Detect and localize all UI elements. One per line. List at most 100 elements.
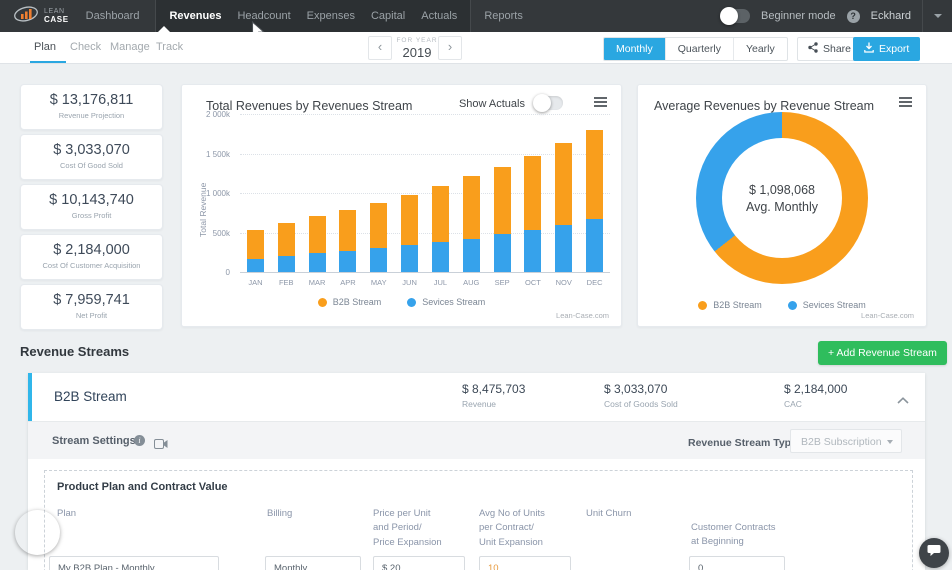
kpi-label: Cost Of Customer Acquisition xyxy=(42,261,141,270)
download-icon xyxy=(864,42,874,56)
bar-nov xyxy=(555,114,573,272)
year-prev-button[interactable]: ‹ xyxy=(368,36,392,60)
metric-label: Revenue xyxy=(462,399,497,409)
kpi-value: $ 3,033,070 xyxy=(53,142,130,158)
x-axis-tick: APR xyxy=(340,278,356,287)
legend-item-services-stream[interactable]: Sevices Stream xyxy=(407,297,485,307)
collapse-chevron-up-icon[interactable] xyxy=(897,391,909,409)
bar-segment xyxy=(277,223,295,257)
beginner-mode-toggle[interactable] xyxy=(720,7,751,25)
chart-menu-icon[interactable] xyxy=(594,97,607,109)
x-axis-tick: SEP xyxy=(494,278,510,287)
legend-dot xyxy=(407,297,417,307)
y-axis-tick: 1 500k xyxy=(205,149,230,159)
bar-segment xyxy=(277,256,295,272)
metric-revenue: $ 8,475,703 Revenue xyxy=(462,382,525,409)
nav-item-capital[interactable]: Capital xyxy=(363,0,413,32)
user-name[interactable]: Eckhard xyxy=(871,10,911,22)
bar-segment xyxy=(431,185,449,243)
bar-segment xyxy=(431,242,449,272)
donut-chart-title: Average Revenues by Revenue Stream xyxy=(654,99,875,113)
stream-settings-label: Stream Settings xyxy=(52,435,136,447)
export-button[interactable]: Export xyxy=(853,37,921,61)
donut-chart: $ 1,098,068 Avg. Monthly xyxy=(696,112,868,284)
nav-item-expenses[interactable]: Expenses xyxy=(299,0,363,32)
bar-segment xyxy=(493,166,511,235)
year-next-button[interactable]: › xyxy=(438,36,462,60)
bar-sep xyxy=(493,114,511,272)
y-axis-tick: 2 000k xyxy=(205,110,230,119)
bar-jan xyxy=(246,114,264,272)
app-logo[interactable]: LEAN CASE xyxy=(13,5,69,28)
kpi-value: $ 7,959,741 xyxy=(53,292,130,308)
metric-value: $ 2,184,000 xyxy=(784,382,848,396)
toggle-knob xyxy=(533,94,551,112)
chart-menu-icon[interactable] xyxy=(899,97,912,109)
chat-button[interactable] xyxy=(919,538,949,568)
donut-center-label: Avg. Monthly xyxy=(745,199,819,214)
avg-units-input[interactable]: 10 xyxy=(479,556,571,570)
tab-plan[interactable]: Plan xyxy=(34,32,56,63)
add-revenue-stream-button[interactable]: + Add Revenue Stream xyxy=(818,341,947,365)
kpi-card-revenue-projection: $ 13,176,811 Revenue Projection xyxy=(20,84,163,130)
user-menu-caret-icon[interactable] xyxy=(934,14,942,18)
plan-name-input[interactable]: My B2B Plan - Monthly xyxy=(49,556,219,570)
bar-apr xyxy=(339,114,357,272)
bar-segment xyxy=(246,258,264,272)
help-icon[interactable]: ? xyxy=(846,9,860,23)
bar-segment xyxy=(246,229,264,259)
period-monthly-button[interactable]: Monthly xyxy=(604,38,665,60)
legend-item-services-stream[interactable]: Sevices Stream xyxy=(787,300,866,310)
logo-chart-icon xyxy=(13,5,39,28)
bar-chart-title: Total Revenues by Revenues Stream xyxy=(206,99,413,113)
metric-cogs: $ 3,033,070 Cost of Goods Sold xyxy=(604,382,678,409)
info-icon[interactable]: i xyxy=(134,435,145,446)
bar-segment xyxy=(401,245,419,272)
legend-item-b2b-stream[interactable]: B2B Stream xyxy=(317,297,381,307)
kpi-label: Gross Profit xyxy=(71,211,112,220)
active-tab-underline xyxy=(30,61,66,63)
bar-mar xyxy=(308,114,326,272)
tab-track[interactable]: Track xyxy=(156,32,183,63)
billing-input[interactable]: Monthly xyxy=(265,556,361,570)
metric-label: Cost of Goods Sold xyxy=(604,399,678,409)
tab-check[interactable]: Check xyxy=(70,32,101,63)
stream-panel-header[interactable]: B2B Stream $ 8,475,703 Revenue $ 3,033,0… xyxy=(28,373,925,421)
period-quarterly-button[interactable]: Quarterly xyxy=(664,38,733,60)
period-yearly-button[interactable]: Yearly xyxy=(732,38,787,60)
bar-segment xyxy=(339,210,357,252)
x-axis-tick: AUG xyxy=(463,278,480,287)
legend-dot xyxy=(317,297,327,307)
stream-panel-body: Product Plan and Contract Value Plan Bil… xyxy=(28,459,925,570)
revenue-stream-type-label: Revenue Stream Type xyxy=(688,437,797,449)
bar-segment xyxy=(308,215,326,254)
column-header-customer-contracts: Customer Contracts at Beginning xyxy=(691,522,776,548)
logo-text: LEAN CASE xyxy=(44,8,69,24)
revenue-streams-heading: Revenue Streams xyxy=(20,344,130,359)
nav-item-dashboard[interactable]: Dashboard xyxy=(78,0,148,32)
column-header-plan: Plan xyxy=(57,508,77,519)
x-axis-tick: MAY xyxy=(370,278,387,287)
watermark: Lean-Case.com xyxy=(861,311,914,320)
video-tutorial-icon[interactable] xyxy=(154,436,168,454)
nav-item-headcount[interactable]: Headcount xyxy=(229,0,298,32)
revenue-stream-type-select[interactable]: B2B Subscription xyxy=(790,429,902,453)
period-segmented-control: Monthly Quarterly Yearly xyxy=(603,37,788,61)
nav-item-revenues[interactable]: Revenues xyxy=(161,0,229,32)
tab-manage[interactable]: Manage xyxy=(110,32,150,63)
kpi-label: Cost Of Good Sold xyxy=(60,161,123,170)
price-per-unit-input[interactable]: $ 20 xyxy=(373,556,465,570)
support-agent-avatar[interactable] xyxy=(15,510,60,555)
nav-item-reports[interactable]: Reports xyxy=(476,0,531,32)
show-actuals-toggle[interactable] xyxy=(533,94,563,112)
kpi-value: $ 10,143,740 xyxy=(49,192,134,208)
customer-contracts-input[interactable]: 0 xyxy=(689,556,785,570)
column-header-avg-units: Avg No of Units per Contract/ Unit Expan… xyxy=(479,508,545,548)
legend-item-b2b-stream[interactable]: B2B Stream xyxy=(698,300,762,310)
bar-segment xyxy=(555,143,573,225)
column-header-billing: Billing xyxy=(267,508,293,519)
nav-item-actuals[interactable]: Actuals xyxy=(413,0,465,32)
bar-plot-area xyxy=(240,114,610,273)
metric-cac: $ 2,184,000 CAC xyxy=(784,382,847,409)
legend-label: B2B Stream xyxy=(713,300,762,310)
